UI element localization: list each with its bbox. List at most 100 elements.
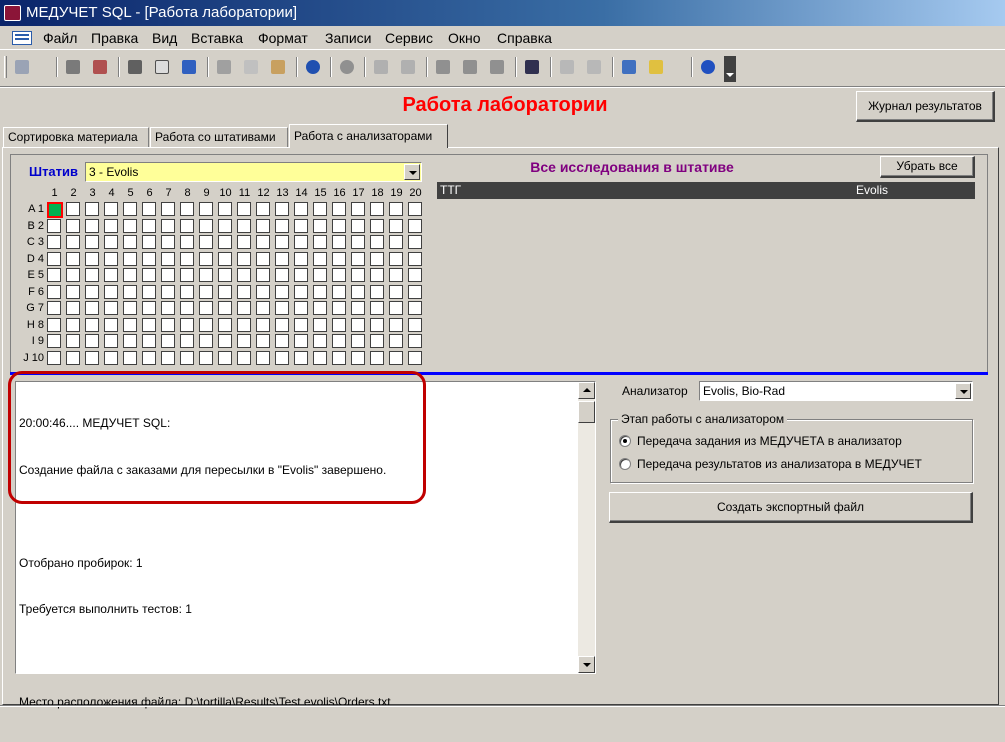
rack-cell[interactable]: [123, 235, 137, 249]
rack-cell[interactable]: [218, 301, 232, 315]
rack-cell[interactable]: [294, 334, 308, 348]
rack-cell[interactable]: [199, 202, 213, 216]
rack-cell[interactable]: [218, 350, 232, 365]
rack-cell[interactable]: [256, 202, 270, 216]
rack-cell[interactable]: [199, 334, 213, 348]
rack-cell[interactable]: [313, 202, 327, 216]
rack-cell[interactable]: [389, 218, 403, 233]
rack-cell[interactable]: [142, 251, 156, 266]
rack-cell[interactable]: [294, 202, 308, 216]
rack-cell[interactable]: [370, 235, 384, 249]
rack-cell[interactable]: [256, 350, 270, 365]
rack-cell[interactable]: [161, 284, 175, 299]
rack-cell[interactable]: [85, 202, 99, 216]
rack-cell[interactable]: [47, 350, 61, 365]
rack-cell[interactable]: [294, 350, 308, 365]
rack-cell[interactable]: [142, 301, 156, 315]
rack-cell[interactable]: [180, 334, 194, 348]
rack-cell[interactable]: [332, 301, 346, 315]
design-view-icon[interactable]: [12, 57, 50, 77]
log-scrollbar[interactable]: [578, 382, 595, 673]
rack-cell[interactable]: [256, 268, 270, 282]
rack-cell[interactable]: [332, 284, 346, 299]
rack-cell[interactable]: [142, 218, 156, 233]
rack-cell[interactable]: [275, 235, 289, 249]
database-window-icon[interactable]: [619, 57, 639, 77]
rack-cell[interactable]: [104, 334, 118, 348]
rack-cell[interactable]: [294, 301, 308, 315]
rack-cell[interactable]: [47, 284, 61, 299]
sort-desc-icon[interactable]: [398, 57, 418, 77]
menu-help[interactable]: Справка: [497, 30, 552, 46]
menu-service[interactable]: Сервис: [385, 30, 433, 46]
rack-cell[interactable]: [104, 268, 118, 282]
rack-cell[interactable]: [161, 202, 175, 216]
rack-cell[interactable]: [66, 251, 80, 266]
rack-cell[interactable]: [180, 202, 194, 216]
rack-cell[interactable]: [313, 350, 327, 365]
rack-cell[interactable]: [275, 301, 289, 315]
rack-cell[interactable]: [256, 284, 270, 299]
rack-cell[interactable]: [351, 301, 365, 315]
rack-cell[interactable]: [199, 284, 213, 299]
rack-cell[interactable]: [370, 251, 384, 266]
rack-cell[interactable]: [351, 235, 365, 249]
rack-cell[interactable]: [389, 268, 403, 282]
rack-cell[interactable]: [389, 334, 403, 348]
rack-cell[interactable]: [142, 268, 156, 282]
rack-cell[interactable]: [47, 334, 61, 348]
journal-results-button[interactable]: Журнал результатов: [856, 91, 995, 122]
rack-cell[interactable]: [199, 317, 213, 332]
rack-cell[interactable]: [85, 350, 99, 365]
rack-cell[interactable]: [237, 268, 251, 282]
rack-cell[interactable]: [85, 284, 99, 299]
rack-cell[interactable]: [294, 235, 308, 249]
rack-cell[interactable]: [256, 334, 270, 348]
rack-cell[interactable]: [85, 301, 99, 315]
rack-cell[interactable]: [161, 350, 175, 365]
rack-cell[interactable]: [294, 218, 308, 233]
rack-cell[interactable]: [332, 268, 346, 282]
rack-cell[interactable]: [370, 317, 384, 332]
rack-cell[interactable]: [408, 218, 422, 233]
cut-icon[interactable]: [214, 57, 234, 77]
rack-cell[interactable]: [389, 284, 403, 299]
analyzer-select[interactable]: Evolis, Bio-Rad: [699, 381, 973, 401]
rack-cell[interactable]: [218, 317, 232, 332]
rack-cell[interactable]: [351, 350, 365, 365]
scroll-down-icon[interactable]: [578, 656, 595, 673]
rack-cell[interactable]: [370, 218, 384, 233]
rack-cell[interactable]: [370, 301, 384, 315]
rack-cell[interactable]: [218, 334, 232, 348]
rack-cell[interactable]: [256, 218, 270, 233]
menu-records[interactable]: Записи: [325, 30, 371, 46]
tab-analyzers[interactable]: Работа с анализаторами: [289, 124, 448, 148]
rack-cell[interactable]: [104, 202, 118, 216]
rack-cell[interactable]: [237, 350, 251, 365]
rack-cell[interactable]: [180, 218, 194, 233]
rack-cell[interactable]: [237, 218, 251, 233]
rack-cell[interactable]: [123, 317, 137, 332]
help-icon[interactable]: [698, 57, 718, 77]
menu-edit[interactable]: Правка: [91, 30, 138, 46]
toolbar-grip[interactable]: [4, 56, 7, 78]
rack-cell[interactable]: [161, 235, 175, 249]
rack-cell[interactable]: [218, 251, 232, 266]
rack-cell[interactable]: [199, 350, 213, 365]
rack-cell[interactable]: [370, 202, 384, 216]
rack-cell[interactable]: [294, 317, 308, 332]
rack-cell[interactable]: [66, 350, 80, 365]
rack-cell[interactable]: [85, 334, 99, 348]
rack-cell[interactable]: [370, 350, 384, 365]
rack-cell[interactable]: [313, 284, 327, 299]
rack-cell[interactable]: [142, 202, 156, 216]
create-export-file-button[interactable]: Создать экспортный файл: [609, 492, 973, 523]
rack-cell[interactable]: [66, 284, 80, 299]
rack-cell[interactable]: [47, 202, 63, 218]
hyperlink-icon[interactable]: [337, 57, 357, 77]
rack-cell[interactable]: [66, 334, 80, 348]
rack-cell[interactable]: [408, 284, 422, 299]
rack-cell[interactable]: [313, 251, 327, 266]
rack-cell[interactable]: [180, 317, 194, 332]
rack-cell[interactable]: [123, 350, 137, 365]
